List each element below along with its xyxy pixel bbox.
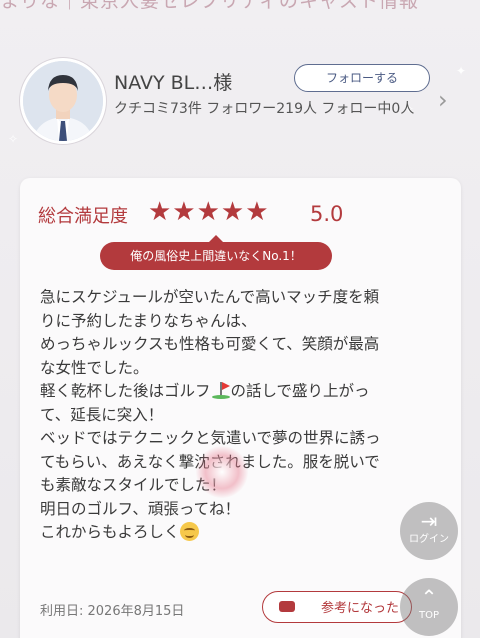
follow-button[interactable]: フォローする (294, 64, 430, 92)
arrow-up-icon: ⌃ (420, 585, 438, 609)
login-label: ログイン (409, 534, 449, 545)
page-banner: まりな｜東京人妻セレブリティのキャスト情報 (0, 0, 419, 12)
reviewer-header[interactable]: NAVY BL…様 フォローする クチコミ73件 フォロワー219人 フォロー中… (0, 56, 480, 156)
review-headline: 俺の風俗史上間違いなくNo.1！ (100, 235, 332, 270)
reviewer-name[interactable]: NAVY BL…様 (114, 68, 232, 95)
review-text: の話しで盛り上がっ (230, 382, 370, 400)
review-body: 急にスケジュールが空いたんで高いマッチ度を頼 りに予約したまりなちゃんは、 めっ… (40, 286, 452, 545)
rating-stars: ★★★★★ (148, 197, 270, 227)
review-line: これからもよろしく (40, 521, 452, 545)
review-text: これからもよろしく (40, 523, 180, 541)
review-line: 急にスケジュールが空いたんで高いマッチ度を頼 (40, 288, 380, 306)
review-line: ベッドではテクニックと気遣いで夢の世界に誘っ (40, 429, 381, 447)
golf-flag-icon (211, 381, 231, 399)
heart-sparkle-icon (196, 446, 248, 498)
avatar[interactable] (20, 58, 106, 144)
review-line: 軽く乾杯した後はゴルフ の話しで盛り上がっ (40, 380, 452, 404)
review-line: な女性でした。 (40, 358, 149, 377)
back-to-top-button[interactable]: ⌃ TOP (400, 578, 458, 636)
review-line: て、延長に突入！ (40, 405, 164, 424)
review-line: 明日のゴルフ、頑張ってね！ (40, 499, 241, 518)
top-label: TOP (418, 610, 439, 621)
helpful-button[interactable]: 参考になった (262, 591, 412, 623)
login-button[interactable]: ⇥ ログイン (400, 502, 458, 560)
helpful-label: 参考になった (320, 599, 399, 615)
rating-label: 総合満足度 (38, 206, 128, 227)
review-card: 総合満足度 ★★★★★ 5.0 俺の風俗史上間違いなくNo.1！ 急にスケジュー… (20, 178, 461, 638)
chevron-right-icon[interactable]: › (438, 86, 448, 114)
use-date: 利用日: 2026年8月15日 (40, 604, 185, 619)
login-icon: ⇥ (420, 509, 438, 533)
review-text: 軽く乾杯した後はゴルフ (40, 382, 211, 400)
thumbs-up-icon (279, 601, 295, 612)
reviewer-stats: クチコミ73件 フォロワー219人 フォロー中0人 (114, 101, 415, 117)
review-line: めっちゃルックスも性格も可愛くて、笑顔が最高 (40, 335, 380, 353)
review-line: りに予約したまりなちゃんは、 (40, 311, 257, 330)
rating-score: 5.0 (310, 202, 344, 226)
smiley-icon (179, 522, 199, 541)
